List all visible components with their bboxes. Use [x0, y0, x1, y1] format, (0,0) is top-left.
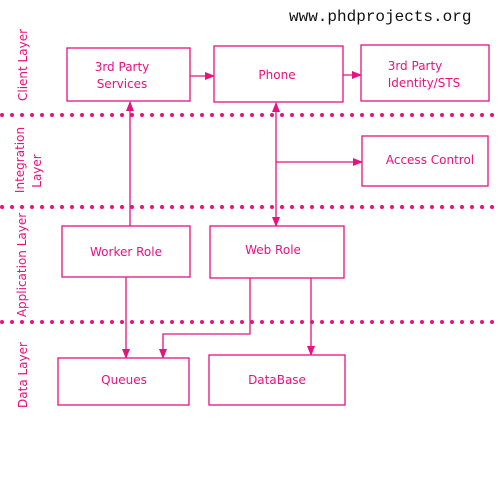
node-web-role: Web Role: [209, 225, 345, 279]
node-third-party-identity: 3rd Party Identity/STS: [360, 44, 490, 102]
node-label: Identity/STS: [388, 76, 461, 90]
edge-webrole-queues: [159, 278, 251, 359]
node-label: DataBase: [248, 373, 306, 387]
layer-label-data: Data Layer: [16, 342, 30, 408]
node-label: Phone: [258, 68, 295, 82]
node-label: Services: [97, 77, 148, 91]
layer-label-application: Application Layer: [15, 213, 29, 317]
layer-label-integration-1: Integration: [13, 127, 27, 193]
node-database: DataBase: [208, 354, 346, 406]
node-label: Worker Role: [90, 245, 162, 259]
node-label: 3rd Party: [388, 59, 443, 73]
watermark: www.phdprojects.org: [289, 8, 471, 26]
diagram-canvas: www.phdprojects.org Client Layer Integra…: [0, 8, 500, 408]
node-label: Access Control: [386, 153, 474, 167]
node-label: Queues: [101, 373, 147, 387]
node-phone: Phone: [213, 45, 344, 103]
node-label: 3rd Party: [95, 60, 150, 74]
architecture-diagram: www.phdprojects.org Client Layer Integra…: [0, 0, 500, 500]
node-access-control: Access Control: [361, 135, 489, 187]
node-label: Web Role: [245, 243, 301, 257]
node-third-party-services: 3rd Party Services: [66, 47, 191, 102]
layer-label-client: Client Layer: [16, 29, 30, 101]
layer-label-integration-2: Layer: [30, 154, 44, 188]
node-queues: Queues: [57, 357, 190, 406]
node-worker-role: Worker Role: [61, 225, 191, 278]
